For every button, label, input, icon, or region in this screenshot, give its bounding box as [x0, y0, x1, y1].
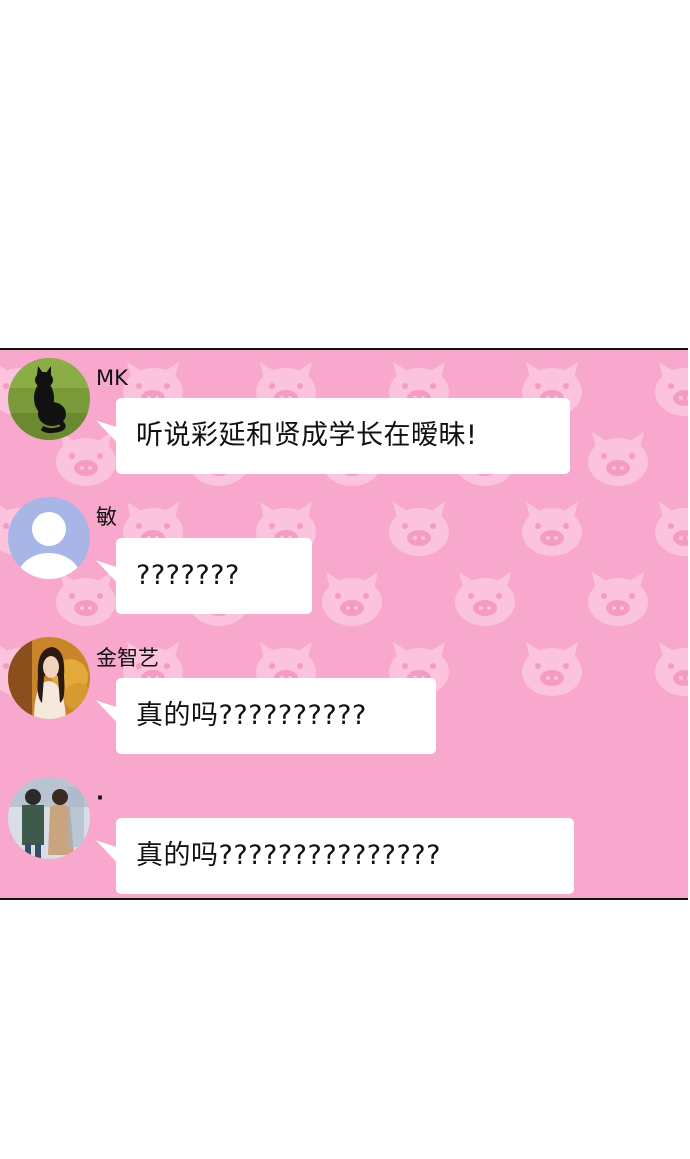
- pig-face-icon: [389, 502, 449, 556]
- default-person-avatar[interactable]: [8, 497, 90, 579]
- chat-panel: MK 听说彩延和贤成学长在暧昧! 敏 ??????? 金智艺 真的吗??????…: [0, 348, 688, 900]
- pig-face-icon: [588, 572, 648, 626]
- message-bubble[interactable]: 真的吗??????????: [116, 678, 436, 754]
- pig-face-icon: [588, 432, 648, 486]
- pig-face-icon: [455, 572, 515, 626]
- message-bubble[interactable]: ???????: [116, 538, 312, 614]
- pig-face-icon: [322, 572, 382, 626]
- pig-face-icon: [655, 502, 688, 556]
- black-cat-on-grass-avatar[interactable]: [8, 358, 90, 440]
- girl-with-flowers-avatar[interactable]: [8, 637, 90, 719]
- sender-name: 金智艺: [96, 646, 159, 670]
- pig-face-icon: [522, 502, 582, 556]
- couple-photo-avatar[interactable]: [8, 777, 90, 859]
- message-bubble[interactable]: 听说彩延和贤成学长在暧昧!: [116, 398, 570, 474]
- pig-face-icon: [655, 362, 688, 416]
- cat-avatar-icon: [8, 358, 90, 440]
- girl-portrait-icon: [8, 637, 90, 719]
- message-bubble[interactable]: 真的吗???????????????: [116, 818, 574, 894]
- couple-photo-icon: [8, 777, 90, 859]
- sender-name: MK: [96, 366, 128, 390]
- default-user-icon: [8, 497, 90, 579]
- pig-face-icon: [522, 642, 582, 696]
- comic-page: MK 听说彩延和贤成学长在暧昧! 敏 ??????? 金智艺 真的吗??????…: [0, 0, 690, 1159]
- pig-face-icon: [655, 642, 688, 696]
- sender-name: ·: [96, 786, 104, 810]
- sender-name: 敏: [96, 505, 117, 529]
